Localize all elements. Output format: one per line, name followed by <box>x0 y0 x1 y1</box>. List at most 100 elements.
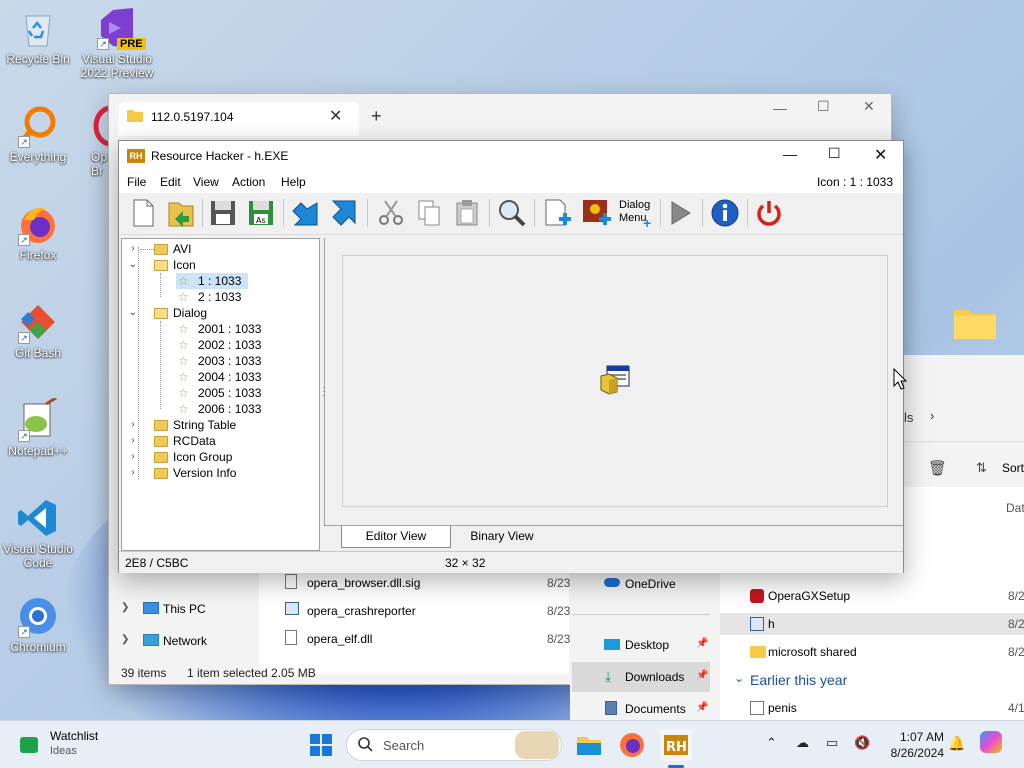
chevron-right-icon[interactable]: › <box>930 408 934 423</box>
folder-icon <box>127 109 143 125</box>
run-script-icon[interactable] <box>664 197 696 229</box>
column-header-date[interactable]: Dat <box>1006 501 1024 515</box>
notification-bell-icon[interactable]: 🔔 <box>948 735 965 752</box>
save-icon[interactable] <box>207 197 239 229</box>
file-row[interactable]: opera_crashreporter 8/23 <box>285 602 575 622</box>
explorer-nav-pane: ❯ This PC ❯ Network <box>109 564 255 674</box>
new-file-icon[interactable] <box>127 197 159 229</box>
tree-node-icon-group[interactable]: › Icon Group <box>128 449 318 465</box>
nav-item-downloads[interactable]: ⤓ Downloads 📌 <box>572 662 710 692</box>
desktop-icon-everything[interactable]: ↗ Everything <box>0 104 76 164</box>
delete-icon[interactable]: 🗑 <box>928 459 947 477</box>
cloud-off-icon[interactable]: ☁ <box>796 735 809 751</box>
desktop-icon-opera[interactable]: Op Br <box>79 104 111 178</box>
close-tab-icon[interactable]: ✕ <box>329 106 342 126</box>
sort-icon[interactable]: ⇅ <box>976 460 987 476</box>
tree-node-dialog[interactable]: ⌄ Dialog <box>128 305 318 321</box>
file-row[interactable]: opera_elf.dll 8/23 <box>285 630 575 650</box>
open-file-icon[interactable] <box>165 197 197 229</box>
taskbar-search[interactable]: Search <box>346 729 562 761</box>
menu-help[interactable]: Help <box>281 175 306 189</box>
tree-node-icon[interactable]: ⌄ Icon <box>128 257 318 273</box>
desktop-icon-notepad-plus-plus[interactable]: ↗ Notepad++ <box>0 396 76 458</box>
copy-icon[interactable] <box>413 197 445 229</box>
desktop-icon-vscode[interactable]: Visual Studio Code <box>0 496 76 570</box>
tree-node-dialog-2006[interactable]: ☆ 2006 : 1033 <box>176 401 276 417</box>
back-arrow-icon[interactable] <box>289 197 321 229</box>
paste-icon[interactable] <box>451 197 483 229</box>
save-as-icon[interactable]: As <box>245 197 277 229</box>
file-explorer-taskbar-icon[interactable] <box>573 729 605 761</box>
tab-binary-view[interactable]: Binary View <box>452 526 552 548</box>
menu-file[interactable]: File <box>127 175 146 189</box>
chevron-up-icon[interactable]: ⌃ <box>766 735 777 751</box>
maximize-icon[interactable]: ☐ <box>817 98 830 115</box>
file-row-selected[interactable]: h 8/2 <box>720 613 1024 635</box>
clock[interactable]: 1:07 AM 8/26/2024 <box>882 729 944 761</box>
watchlist-icon <box>20 737 38 753</box>
tree-node-icon-2-1033[interactable]: ☆ 2 : 1033 <box>176 289 248 305</box>
network-monitor-icon[interactable]: ▭ <box>826 735 838 751</box>
tree-node-icon-1-1033[interactable]: ☆ 1 : 1033 <box>176 273 248 289</box>
info-icon[interactable] <box>709 197 741 229</box>
tree-node-dialog-2002[interactable]: ☆ 2002 : 1033 <box>176 337 276 353</box>
desktop-folder-icon[interactable] <box>953 306 997 340</box>
chevron-down-icon: ⌄ <box>128 259 138 270</box>
desktop-icon-firefox[interactable]: ↗ Firefox <box>0 202 76 262</box>
add-dialog-menu-icon[interactable]: Dialog Menu + <box>617 197 657 231</box>
search-icon[interactable] <box>496 197 528 229</box>
resource-hacker-taskbar-icon[interactable]: RH <box>660 729 692 761</box>
nav-item-this-pc[interactable]: ❯ This PC <box>121 600 251 620</box>
file-row[interactable]: opera_browser.dll.sig 8/23 <box>285 574 575 594</box>
chromium-icon: ↗ <box>16 594 60 638</box>
desktop-icon-visual-studio-2022[interactable]: PRE ↗ Visual Studio 2022 Preview <box>79 6 155 80</box>
tree-node-dialog-2003[interactable]: ☆ 2003 : 1033 <box>176 353 276 369</box>
desktop-icon <box>604 639 620 650</box>
file-row[interactable]: microsoft shared 8/2 <box>720 641 1024 663</box>
file-row[interactable]: OperaGXSetup 8/2 <box>720 585 1024 607</box>
nav-item-desktop[interactable]: Desktop 📌 <box>572 632 710 658</box>
shortcut-arrow-icon: ↗ <box>18 136 30 148</box>
menu-view[interactable]: View <box>193 175 219 189</box>
copilot-icon[interactable] <box>980 731 1002 753</box>
menu-action[interactable]: Action <box>232 175 265 189</box>
title-bar[interactable]: RH Resource Hacker - h.EXE — ☐ ✕ <box>119 141 903 171</box>
tree-node-version-info[interactable]: › Version Info <box>128 465 318 481</box>
power-exit-icon[interactable] <box>753 197 785 229</box>
add-image-resource-icon[interactable] <box>581 197 613 229</box>
tree-node-dialog-2005[interactable]: ☆ 2005 : 1033 <box>176 385 276 401</box>
group-header[interactable]: ⌄ Earlier this year <box>720 669 1024 691</box>
forward-arrow-icon[interactable] <box>329 197 361 229</box>
desktop-icon-chromium[interactable]: ↗ Chromium <box>0 594 76 654</box>
sort-button[interactable]: Sort <box>1002 461 1024 475</box>
tree-node-string-table[interactable]: › String Table <box>128 417 318 433</box>
tree-node-dialog-2004[interactable]: ☆ 2004 : 1033 <box>176 369 276 385</box>
close-icon[interactable]: ✕ <box>863 98 875 115</box>
volume-off-icon[interactable]: 🔇 <box>854 735 870 751</box>
firefox-taskbar-icon[interactable] <box>616 729 648 761</box>
breadcrumb[interactable]: ls <box>904 410 913 425</box>
tree-node-dialog-2001[interactable]: ☆ 2001 : 1033 <box>176 321 276 337</box>
cut-icon[interactable] <box>375 197 407 229</box>
new-tab-icon[interactable]: + <box>371 106 382 127</box>
start-windows-icon[interactable] <box>305 729 337 761</box>
file-row[interactable]: penis 4/1 <box>720 697 1024 719</box>
nav-item-onedrive[interactable]: OneDrive <box>600 574 718 594</box>
menu-edit[interactable]: Edit <box>160 175 181 189</box>
tree-node-avi[interactable]: › AVI <box>128 241 318 257</box>
close-icon[interactable]: ✕ <box>874 145 887 165</box>
add-resource-icon[interactable] <box>541 197 573 229</box>
recycle-bin-icon <box>16 6 60 50</box>
widgets-button[interactable]: Watchlist Ideas <box>12 727 132 763</box>
desktop-icon-recycle-bin[interactable]: Recycle Bin <box>0 6 76 66</box>
minimize-icon[interactable]: — <box>783 146 797 162</box>
desktop-icon-git-bash[interactable]: ↗ Git Bash <box>0 300 76 360</box>
minimize-icon[interactable]: — <box>773 100 787 116</box>
shortcut-arrow-icon: ↗ <box>97 38 109 50</box>
tree-node-rcdata[interactable]: › RCData <box>128 433 318 449</box>
maximize-icon[interactable]: ☐ <box>828 145 841 162</box>
nav-item-documents[interactable]: Documents 📌 <box>572 696 710 720</box>
folder-open-icon <box>154 260 168 271</box>
nav-item-network[interactable]: ❯ Network <box>121 632 251 652</box>
tab-editor-view[interactable]: Editor View <box>341 526 451 548</box>
